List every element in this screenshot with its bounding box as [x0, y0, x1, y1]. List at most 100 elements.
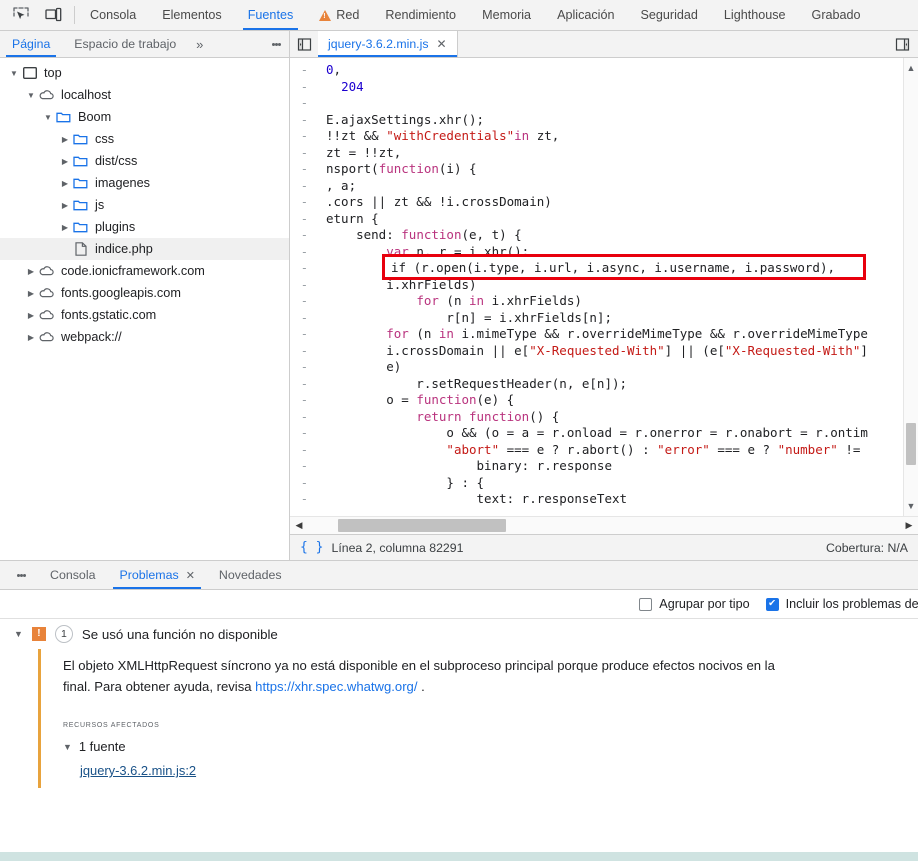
editor-pane: jquery-3.6.2.min.js ✕ -0, - 204- - E.ajaxSe… [290, 31, 918, 560]
vertical-scroll-thumb[interactable] [906, 423, 916, 465]
scroll-left-icon[interactable]: ◀ [290, 520, 308, 531]
tab-fuentes[interactable]: Fuentes [235, 0, 307, 30]
tab-rendimiento[interactable]: Rendimiento [372, 0, 469, 30]
drawer-more-options-icon[interactable] [8, 561, 34, 589]
tree-item-dist-css[interactable]: dist/css [0, 150, 289, 172]
chevron-right-icon[interactable] [25, 267, 37, 276]
chevron-right-icon[interactable] [25, 333, 37, 342]
code-line-text: zt = !!zt, [326, 144, 402, 160]
tree-item-fonts-googleapis-com[interactable]: fonts.googleapis.com [0, 282, 289, 304]
checkbox-label: Agrupar por tipo [659, 597, 750, 611]
chevron-right-icon[interactable] [59, 179, 71, 188]
checkbox-box[interactable] [765, 597, 779, 611]
chevron-right-icon[interactable] [59, 135, 71, 144]
tree-item-label: dist/css [95, 153, 138, 168]
tree-item-css[interactable]: css [0, 128, 289, 150]
affected-resources-label: Recursos afectados [63, 719, 160, 730]
affected-source-link[interactable]: jquery-3.6.2.min.js:2 [80, 763, 918, 778]
code-gutter-mark: - [300, 376, 308, 391]
tab-consola[interactable]: Consola [77, 0, 149, 30]
more-options-icon[interactable] [263, 41, 289, 47]
drawer-tab-novedades[interactable]: Novedades [207, 561, 294, 589]
tree-item-code-ionicframework-com[interactable]: code.ionicframework.com [0, 260, 289, 282]
code-line-text: 0, [326, 62, 342, 77]
drawer-tab-problemas[interactable]: Problemas ✕ [107, 561, 206, 589]
devtools-window: Consola Elementos Fuentes Red Rendimient… [0, 0, 918, 861]
tree-item-plugins[interactable]: plugins [0, 216, 289, 238]
tree-item-label: fonts.gstatic.com [61, 307, 157, 322]
drawer-tab-consola[interactable]: Consola [38, 561, 107, 589]
group-by-type-checkbox[interactable]: Agrupar por tipo [639, 597, 750, 611]
tab-label: Seguridad [640, 8, 698, 22]
editor-horizontal-scrollbar[interactable]: ◀ ▶ [290, 516, 918, 534]
inspect-element-icon[interactable] [10, 4, 32, 26]
horizontal-scroll-track[interactable] [308, 517, 900, 534]
chevron-down-icon[interactable] [42, 113, 54, 122]
issue-description-line2: final. Para obtener ayuda, revisa https:… [63, 676, 918, 697]
cloud-icon [37, 309, 56, 321]
code-line-text: 204 [341, 78, 364, 94]
issue-header-row[interactable]: ▼ ! 1 Se usó una función no disponible [0, 619, 918, 649]
editor-vertical-scrollbar[interactable]: ▲ ▼ [903, 58, 918, 516]
code-editor[interactable]: -0, - 204- - E.ajaxSettings.xhr(); - !!zt && … [290, 58, 918, 516]
tree-item-boom[interactable]: Boom [0, 106, 289, 128]
tree-item-imagenes[interactable]: imagenes [0, 172, 289, 194]
tree-item-indice-php[interactable]: indice.php [0, 238, 289, 260]
device-toolbar-icon[interactable] [42, 4, 64, 26]
horizontal-scroll-thumb[interactable] [338, 519, 506, 532]
issue-description-text: final. Para obtener ayuda, revisa [63, 679, 252, 694]
chevron-right-icon[interactable] [59, 223, 71, 232]
chevron-down-icon[interactable]: ▼ [63, 742, 72, 752]
code-scroll-area[interactable]: -0, - 204- - E.ajaxSettings.xhr(); - !!zt && … [290, 58, 903, 516]
tab-seguridad[interactable]: Seguridad [627, 0, 710, 30]
chevron-right-icon[interactable] [59, 201, 71, 210]
tab-grabadora[interactable]: Grabado [799, 0, 874, 30]
tab-elementos[interactable]: Elementos [149, 0, 235, 30]
tree-item-localhost[interactable]: localhost [0, 84, 289, 106]
tab-aplicacion[interactable]: Aplicación [544, 0, 627, 30]
issue-details: El objeto XMLHttpRequest síncrono ya no … [38, 649, 918, 788]
drawer-tab-label: Novedades [218, 568, 282, 582]
show-debugger-icon[interactable] [886, 31, 918, 57]
nav-tab-espacio-de-trabajo[interactable]: Espacio de trabajo [62, 31, 188, 57]
tree-item-top[interactable]: top [0, 62, 289, 84]
code-gutter-mark: - [300, 244, 308, 259]
code-gutter-mark: - [300, 475, 308, 490]
chevron-down-icon[interactable] [25, 91, 37, 100]
spec-link[interactable]: https://xhr.spec.whatwg.org/ [255, 679, 417, 694]
more-tabs-icon[interactable]: » [188, 31, 211, 57]
tab-red[interactable]: Red [306, 0, 372, 30]
scroll-up-icon[interactable]: ▲ [904, 60, 918, 76]
scroll-down-icon[interactable]: ▼ [904, 498, 918, 514]
sources-toggle[interactable]: ▼ 1 fuente [63, 739, 918, 754]
chevron-down-icon[interactable] [8, 69, 20, 78]
cloud-icon [37, 331, 56, 343]
chevron-down-icon[interactable]: ▼ [14, 629, 23, 639]
close-icon[interactable]: ✕ [436, 37, 446, 51]
pretty-print-icon[interactable]: { } [300, 540, 323, 555]
code-gutter-mark: - [300, 360, 308, 374]
chevron-right-icon[interactable] [59, 157, 71, 166]
include-third-party-checkbox[interactable]: Incluir los problemas de las c [765, 597, 918, 611]
code-line: - send: function(e, t) { [290, 227, 903, 244]
editor-tab-jquery[interactable]: jquery-3.6.2.min.js ✕ [318, 31, 458, 57]
checkbox-box[interactable] [639, 597, 653, 611]
code-gutter-mark: - [300, 112, 308, 127]
tab-memoria[interactable]: Memoria [469, 0, 544, 30]
chevron-right-icon[interactable] [25, 289, 37, 298]
tree-item-label: imagenes [95, 175, 151, 190]
show-navigator-icon[interactable] [290, 31, 318, 57]
nav-tab-pagina[interactable]: Página [0, 31, 62, 57]
tree-item-fonts-gstatic-com[interactable]: fonts.gstatic.com [0, 304, 289, 326]
tree-item-webpack[interactable]: webpack:// [0, 326, 289, 348]
tab-label: Elementos [162, 8, 222, 22]
code-gutter-mark: - [300, 79, 308, 94]
chevron-right-icon[interactable] [25, 311, 37, 320]
code-line-text: o = function(e) { [326, 392, 515, 407]
tree-item-js[interactable]: js [0, 194, 289, 216]
code-gutter-mark: - [300, 492, 308, 506]
tab-lighthouse[interactable]: Lighthouse [711, 0, 799, 30]
code-line: - i.crossDomain || e["X-Requested-With"]… [290, 343, 903, 360]
close-icon[interactable]: ✕ [186, 569, 195, 582]
scroll-right-icon[interactable]: ▶ [900, 520, 918, 531]
